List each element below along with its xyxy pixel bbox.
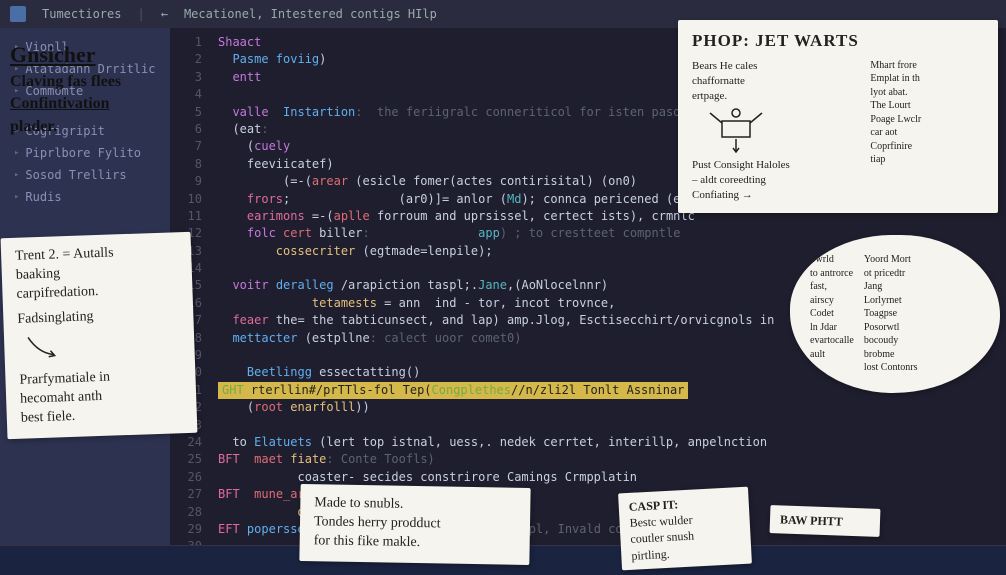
titlebar-divider: | <box>137 7 144 21</box>
code-line[interactable]: (root enarfolll)) <box>218 399 1006 416</box>
sidebar-item-label: Rudis <box>25 190 61 204</box>
note-text: – aldt coreedting <box>692 173 862 188</box>
note-text: Codet <box>810 307 854 321</box>
app-title: Tumectiores <box>42 7 121 21</box>
hw-line: Gnsicher <box>10 40 190 71</box>
handwriting-overlay-top-left: Gnsicher Claving fas flees Confintivatio… <box>10 40 190 138</box>
note-text: car aot <box>870 126 984 140</box>
note-text: lost Contonrs <box>864 361 918 375</box>
note-text: for this fike makle. <box>314 532 516 554</box>
note-text: to antrorce <box>810 267 854 281</box>
note-text: evartocalle <box>810 334 854 348</box>
hw-line: Confintivation <box>10 93 190 115</box>
sidebar-item-6[interactable]: ▸ Rudis <box>0 186 170 208</box>
sidebar-item-5[interactable]: ▸ Sosod Trellirs <box>0 164 170 186</box>
note-text: The Lourt <box>870 99 984 113</box>
menu-text[interactable]: Mecationel, Intestered contigs HIlp <box>184 7 437 21</box>
note-title: PHOP: JET WARTS <box>692 30 984 53</box>
note-text: Bears He cales <box>692 59 862 74</box>
sidebar-item-label: Piprlbore Fylito <box>25 146 141 160</box>
note-text: Lorlyrnet <box>864 294 918 308</box>
note-text: ln Jdar <box>810 321 854 335</box>
note-text: Toagpse <box>864 307 918 321</box>
note-text: bocoudy <box>864 334 918 348</box>
code-line[interactable]: coaster- secides constrirore Camings Crm… <box>218 469 1006 486</box>
note-text: Mhart frore <box>870 59 984 73</box>
note-text: Posorwtl <box>864 321 918 335</box>
note-text: BAW PHTT <box>780 511 871 530</box>
note-text: Coprfinire <box>870 140 984 154</box>
sticky-note-left: Trent 2. = Autalls baaking carpifredatio… <box>1 232 198 440</box>
hw-line: plader. <box>10 116 190 138</box>
arrow-down-icon <box>18 331 79 361</box>
chevron-right-icon: ▸ <box>14 170 19 180</box>
diagram-figure-icon <box>692 103 782 153</box>
note-text: Swrld <box>810 253 854 267</box>
note-text: ertpage. <box>692 89 862 104</box>
code-line[interactable]: to Elatuets (lert top istnal, uess,. ned… <box>218 434 1006 451</box>
note-text: tiap <box>870 153 984 167</box>
note-text: Emplat in th <box>870 72 984 86</box>
note-text: brobme <box>864 348 918 362</box>
note-text: Confiating → <box>692 188 862 203</box>
code-line[interactable] <box>218 417 1006 434</box>
note-text: lyot abat. <box>870 86 984 100</box>
sticky-note-casp: CASP IT: Bestc wulder coutler snush pirt… <box>618 487 752 570</box>
note-text: Pust Consight Haloles <box>692 158 862 173</box>
sidebar-item-4[interactable]: ▸ Piprlbore Fylito <box>0 142 170 164</box>
sticky-note-bottom-mid: Made to snubls. Tondes herry prodduct fo… <box>299 484 530 565</box>
note-text: fast, <box>810 280 854 294</box>
note-text: ot pricedtr <box>864 267 918 281</box>
note-text: Yoord Mort <box>864 253 918 267</box>
chevron-right-icon: ▸ <box>14 192 19 202</box>
chevron-right-icon: ▸ <box>14 148 19 158</box>
note-text: Jang <box>864 280 918 294</box>
app-icon <box>10 6 26 22</box>
note-text: airscy <box>810 294 854 308</box>
note-text: chaffornatte <box>692 74 862 89</box>
hw-line: Claving fas flees <box>10 71 190 93</box>
back-arrow-icon[interactable]: ← <box>161 7 168 21</box>
sidebar-item-label: Sosod Trellirs <box>25 168 126 182</box>
sticky-note-baw: BAW PHTT <box>770 505 881 537</box>
note-text: Poage Lwclr <box>870 113 984 127</box>
code-line[interactable]: BFT maet fiate: Conte Toofls) <box>218 451 1006 468</box>
sticky-note-right-bubble: Swrld to antrorce fast, airscy Codet ln … <box>790 235 1000 393</box>
sticky-note-top-right: PHOP: JET WARTS Bears He cales chafforna… <box>678 20 998 213</box>
note-text: ault <box>810 348 854 362</box>
